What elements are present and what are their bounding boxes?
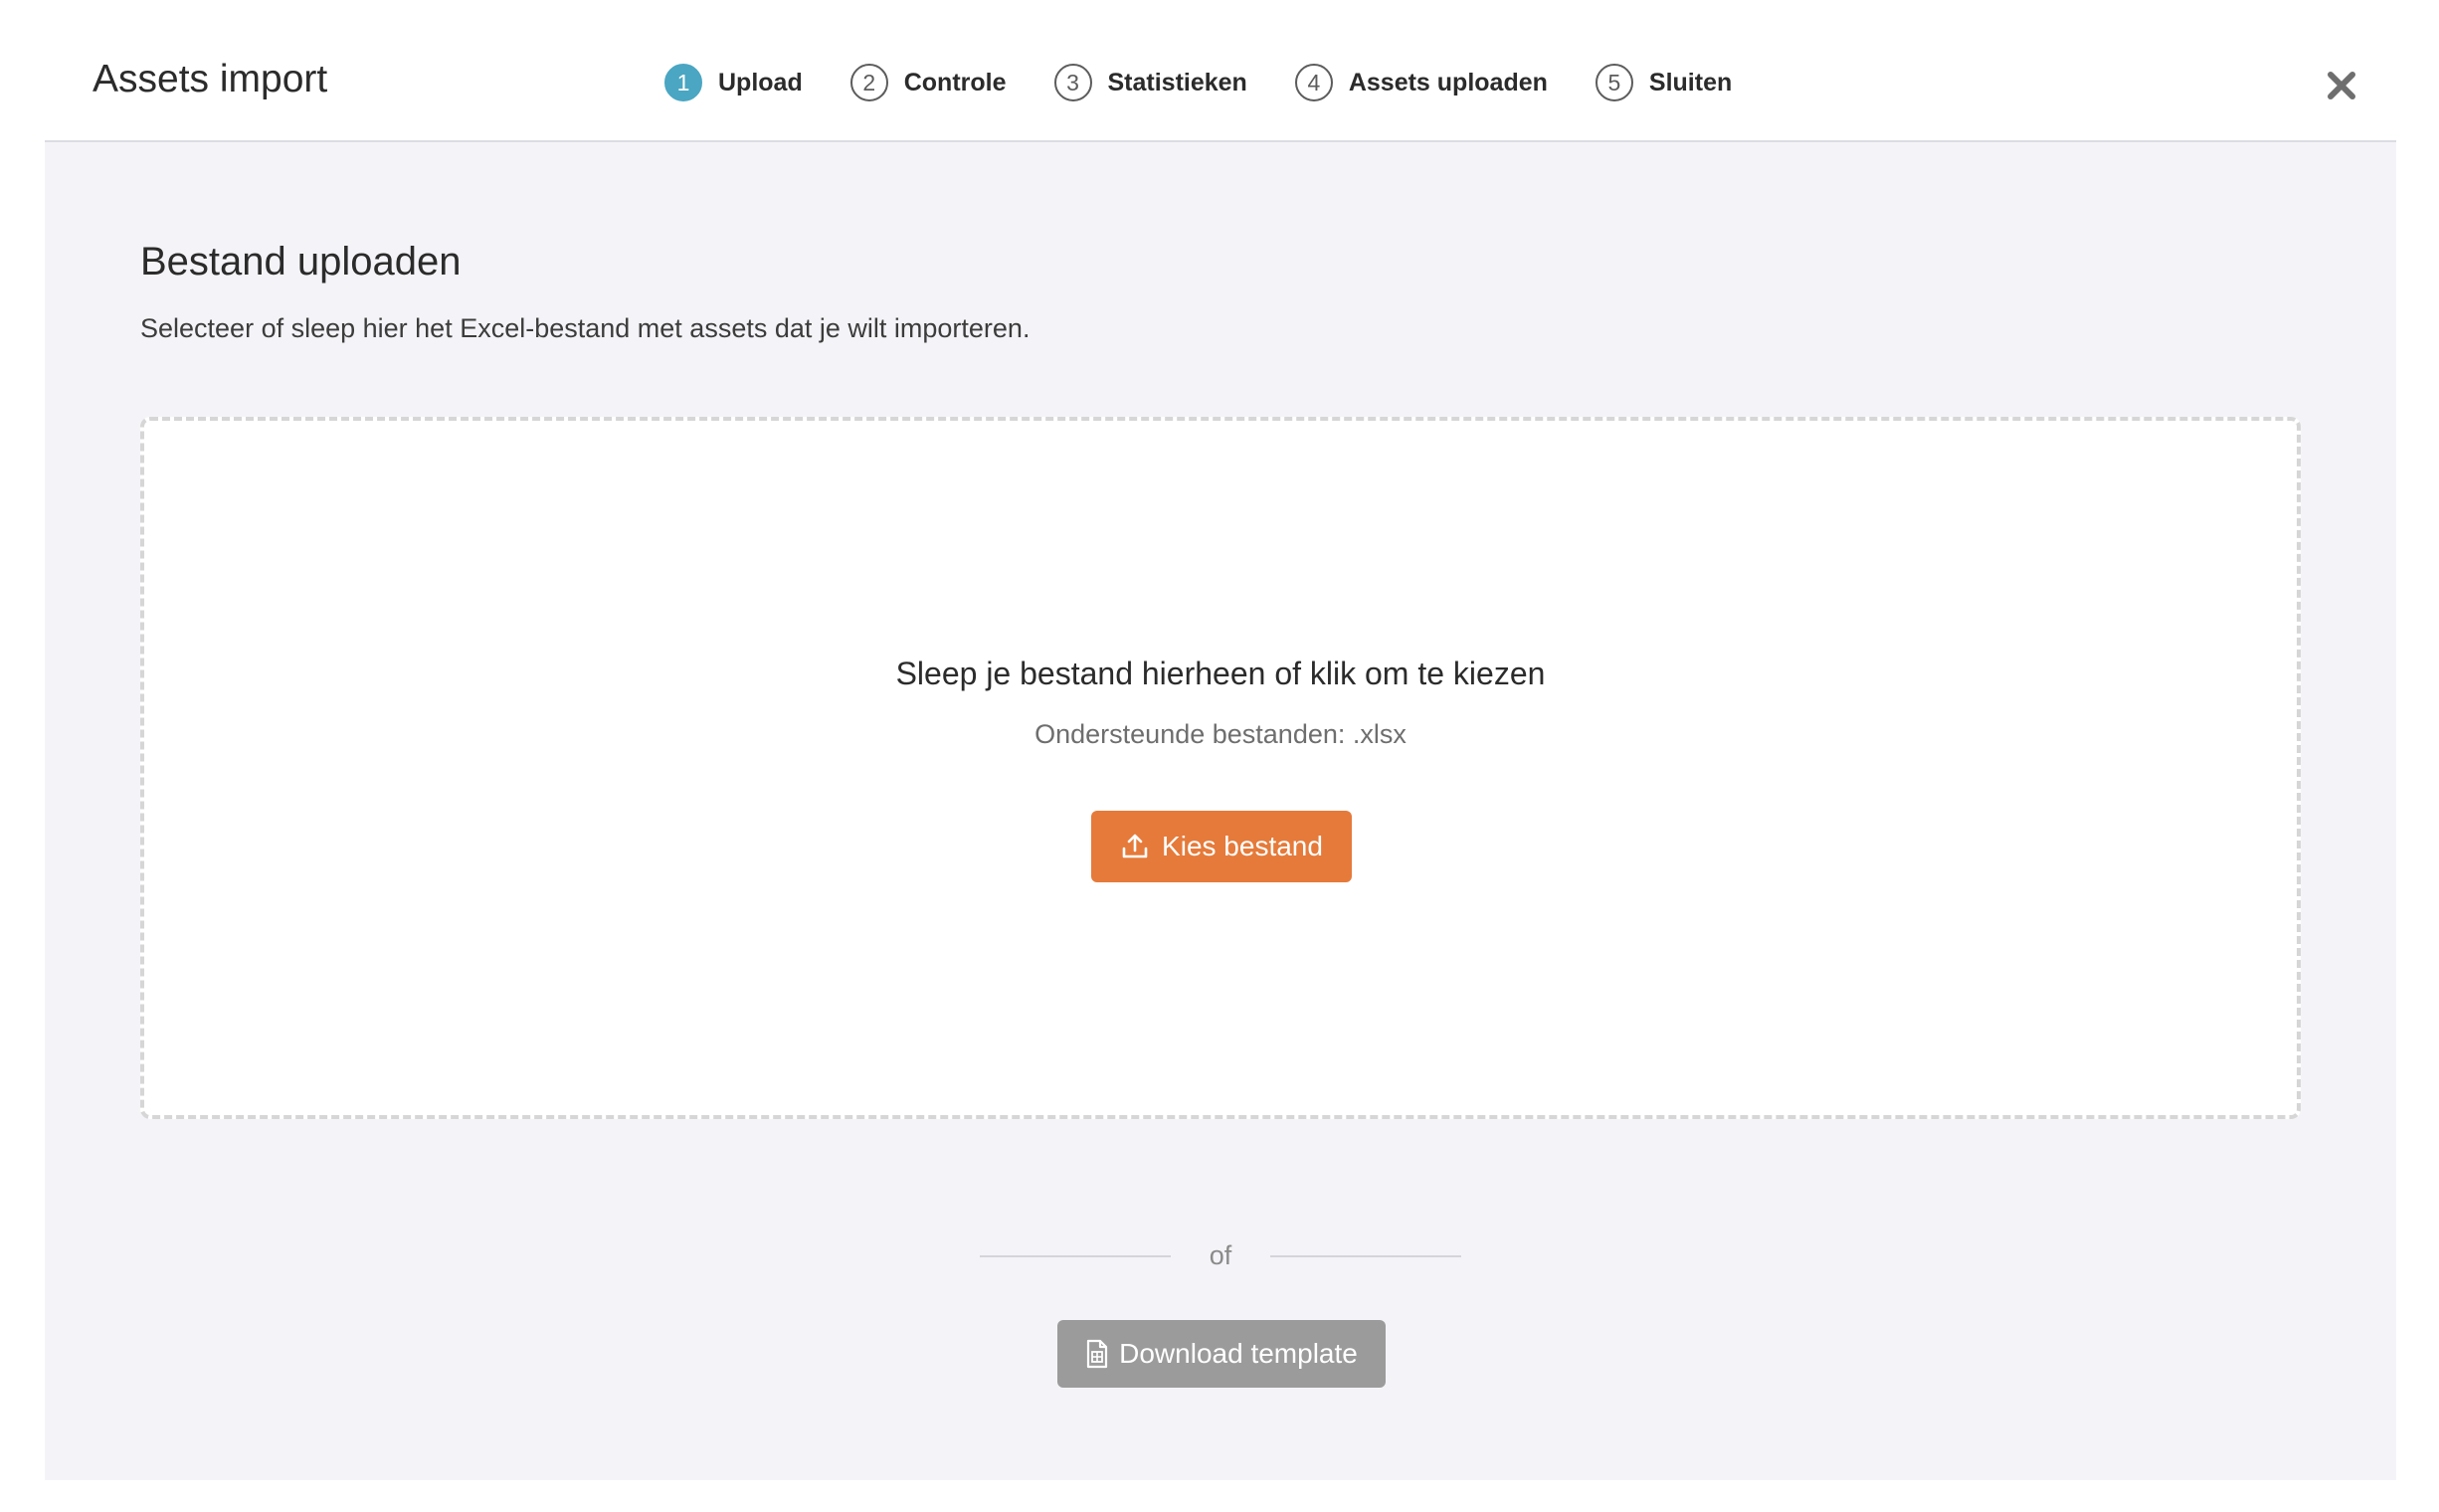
modal-title: Assets import: [93, 58, 328, 100]
step-number: 3: [1053, 64, 1092, 101]
section-title: Bestand uploaden: [140, 240, 462, 284]
step-statistieken[interactable]: 3 Statistieken: [1053, 64, 1247, 101]
dropzone-title: Sleep je bestand hierheen of klik om te …: [895, 656, 1546, 691]
download-template-button[interactable]: Download template: [1057, 1320, 1386, 1388]
divider-line-right: [1270, 1255, 1461, 1257]
step-label: Upload: [718, 68, 803, 96]
section-description: Selecteer of sleep hier het Excel-bestan…: [140, 313, 1031, 343]
step-assets-uploaden[interactable]: 4 Assets uploaden: [1294, 64, 1548, 101]
close-icon: [2328, 72, 2355, 99]
step-number: 5: [1595, 64, 1633, 101]
supported-files-text: Ondersteunde bestanden: .xlsx: [1034, 719, 1407, 749]
modal-header: Assets import 1 Upload 2 Controle 3 Stat…: [45, 0, 2396, 142]
or-divider: of: [45, 1235, 2396, 1277]
modal-body: Bestand uploaden Selecteer of sleep hier…: [45, 142, 2396, 1480]
step-number: 1: [664, 64, 702, 101]
step-label: Sluiten: [1648, 68, 1733, 96]
upload-icon: [1122, 834, 1148, 858]
file-dropzone[interactable]: Sleep je bestand hierheen of klik om te …: [140, 417, 2301, 1119]
choose-file-label: Kies bestand: [1162, 831, 1323, 861]
step-label: Statistieken: [1107, 68, 1247, 96]
divider-line-left: [980, 1255, 1171, 1257]
spreadsheet-file-icon: [1087, 1339, 1108, 1369]
close-button[interactable]: [2320, 64, 2363, 107]
stepper: 1 Upload 2 Controle 3 Statistieken 4 Ass…: [664, 62, 1780, 103]
choose-file-button[interactable]: Kies bestand: [1091, 811, 1352, 882]
divider-text: of: [1209, 1240, 1232, 1270]
step-label: Controle: [903, 68, 1007, 96]
step-controle[interactable]: 2 Controle: [849, 64, 1007, 101]
step-number: 2: [849, 64, 888, 101]
step-sluiten[interactable]: 5 Sluiten: [1595, 64, 1732, 101]
download-template-label: Download template: [1119, 1338, 1358, 1369]
step-upload[interactable]: 1 Upload: [664, 64, 803, 101]
step-label: Assets uploaden: [1348, 68, 1548, 96]
step-number: 4: [1294, 64, 1333, 101]
assets-import-modal: Assets import 1 Upload 2 Controle 3 Stat…: [45, 0, 2396, 1480]
